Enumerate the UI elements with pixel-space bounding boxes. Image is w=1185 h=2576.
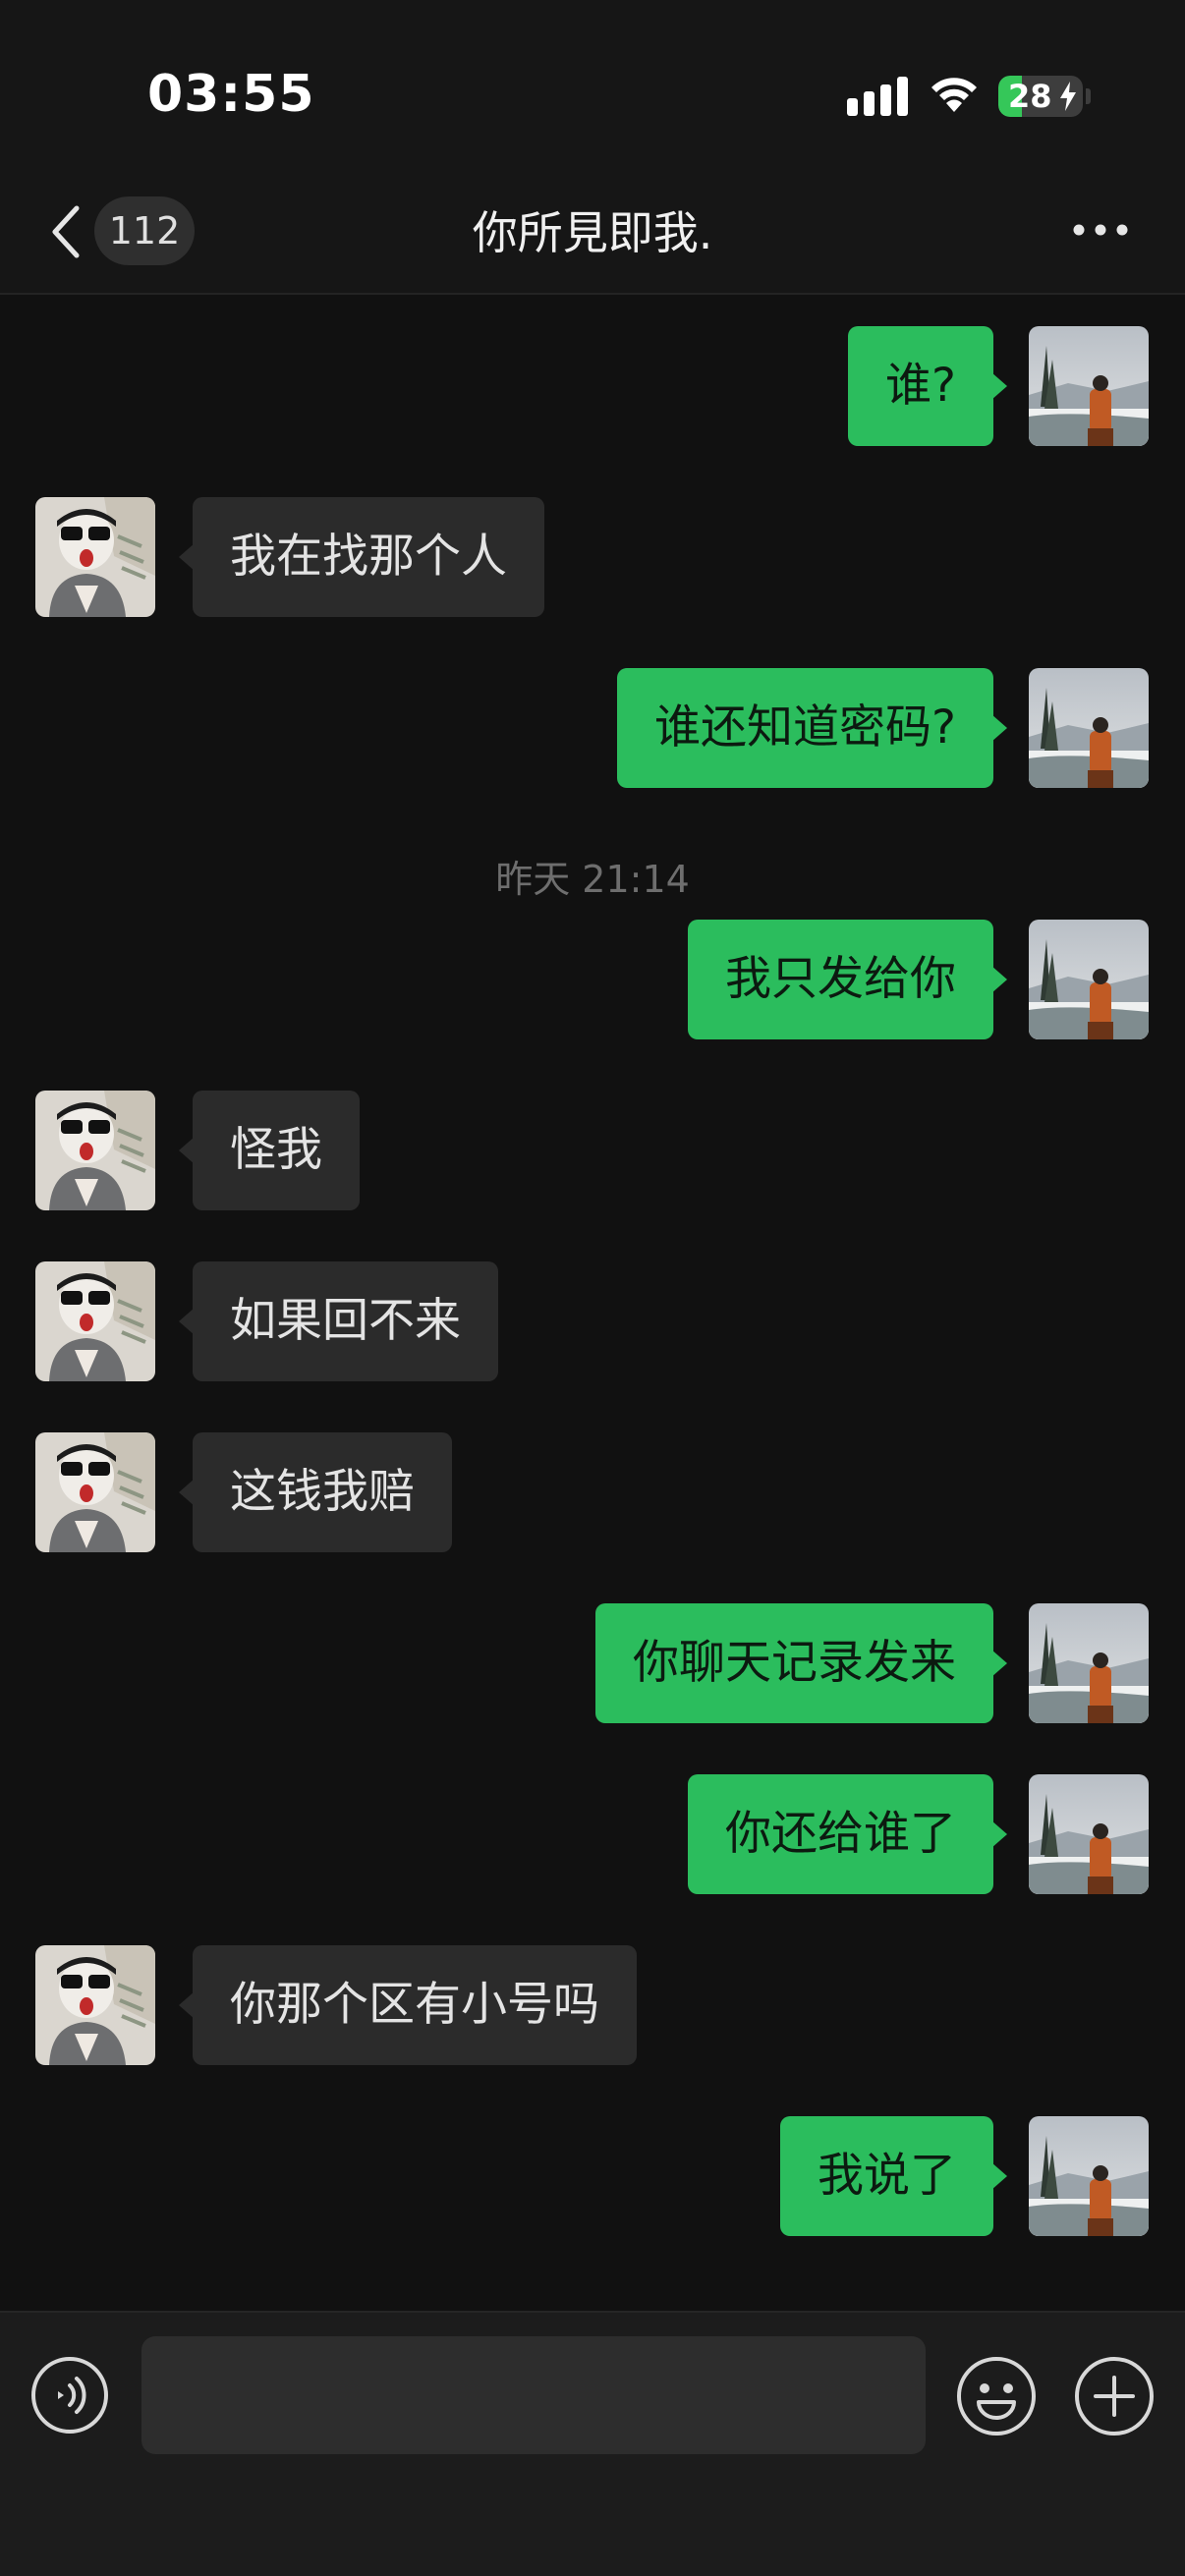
message-timestamp: 昨天 21:14	[495, 858, 690, 901]
received-message-bubble[interactable]: 我在找那个人	[179, 497, 544, 617]
received-message-bubble[interactable]: 这钱我赔	[179, 1432, 452, 1552]
status-bar: 03:55 28	[0, 0, 1185, 177]
my-avatar[interactable]	[1029, 920, 1149, 1039]
sent-message-bubble[interactable]: 谁?	[848, 326, 1007, 446]
battery-cap	[1086, 88, 1091, 104]
received-message-bubble[interactable]: 怪我	[179, 1091, 360, 1210]
more-dots-icon[interactable]	[1071, 220, 1130, 240]
chat-header: 112 你所見即我.	[0, 177, 1185, 295]
my-avatar[interactable]	[1029, 668, 1149, 788]
wifi-icon	[931, 78, 977, 112]
message-input[interactable]	[141, 2336, 926, 2454]
sent-message-bubble[interactable]: 我说了	[780, 2116, 1007, 2236]
contact-avatar[interactable]	[35, 1432, 155, 1552]
charging-bolt-icon	[1060, 82, 1076, 111]
my-avatar[interactable]	[1029, 2116, 1149, 2236]
emoji-icon[interactable]	[956, 2356, 1037, 2436]
contact-avatar[interactable]	[35, 1261, 155, 1381]
received-message-bubble[interactable]: 你那个区有小号吗	[179, 1945, 637, 2065]
chat-title: 你所見即我.	[472, 206, 713, 259]
sent-message-bubble[interactable]: 你聊天记录发来	[595, 1603, 1007, 1723]
signal-bars-icon	[847, 77, 908, 116]
input-bar	[0, 2311, 1185, 2576]
battery-indicator: 28	[998, 76, 1083, 117]
my-avatar[interactable]	[1029, 1774, 1149, 1894]
battery-percent: 28	[1008, 78, 1052, 115]
sent-message-bubble[interactable]: 谁还知道密码?	[617, 668, 1007, 788]
received-message-bubble[interactable]: 如果回不来	[179, 1261, 498, 1381]
contact-avatar[interactable]	[35, 1091, 155, 1210]
contact-avatar[interactable]	[35, 1945, 155, 2065]
message-list[interactable]: 谁? 我在找那个人 谁还知道密码? 昨天 21:14 我只发给你怪我如果回不来这钱我赔你…	[0, 297, 1185, 2311]
contact-avatar[interactable]	[35, 497, 155, 617]
sent-message-bubble[interactable]: 你还给谁了	[688, 1774, 1007, 1894]
my-avatar[interactable]	[1029, 326, 1149, 446]
my-avatar[interactable]	[1029, 1603, 1149, 1723]
sent-message-bubble[interactable]: 我只发给你	[688, 920, 1007, 1039]
status-time: 03:55	[147, 65, 315, 124]
plus-icon[interactable]	[1074, 2356, 1155, 2436]
voice-icon[interactable]	[30, 2356, 109, 2435]
